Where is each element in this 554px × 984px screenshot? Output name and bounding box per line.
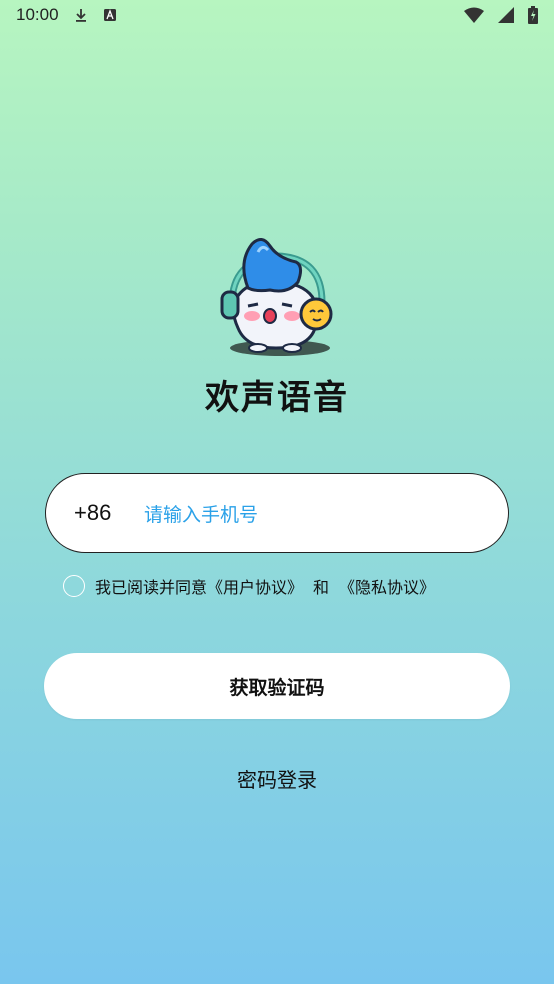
privacy-agreement-link[interactable]: 《隐私协议》	[339, 574, 435, 598]
password-login-link[interactable]: 密码登录	[0, 764, 554, 793]
status-left: 10:00	[16, 5, 117, 25]
country-code[interactable]: +86	[74, 500, 111, 526]
app-logo	[218, 232, 338, 362]
user-agreement-link[interactable]: 《用户协议》	[207, 574, 303, 598]
phone-input[interactable]	[142, 494, 476, 536]
a-badge-icon	[103, 8, 117, 22]
signal-icon	[498, 7, 514, 23]
agreement-text: 我已阅读并同意 《用户协议》 和 《隐私协议》	[95, 574, 435, 598]
phone-field-container[interactable]: +86	[45, 473, 509, 553]
download-icon	[73, 7, 89, 23]
agreement-checkbox[interactable]	[63, 575, 85, 597]
clock: 10:00	[16, 5, 59, 24]
agreement-and: 和	[313, 578, 330, 597]
status-right	[464, 6, 538, 24]
status-bar: 10:00	[0, 0, 554, 30]
agreement-prefix: 我已阅读并同意	[95, 578, 208, 597]
wifi-icon	[464, 7, 484, 23]
app-title: 欢声语音	[205, 378, 349, 418]
get-code-button[interactable]: 获取验证码	[44, 653, 510, 719]
agreement-row: 我已阅读并同意 《用户协议》 和 《隐私协议》	[63, 574, 435, 598]
battery-charging-icon	[528, 6, 538, 24]
